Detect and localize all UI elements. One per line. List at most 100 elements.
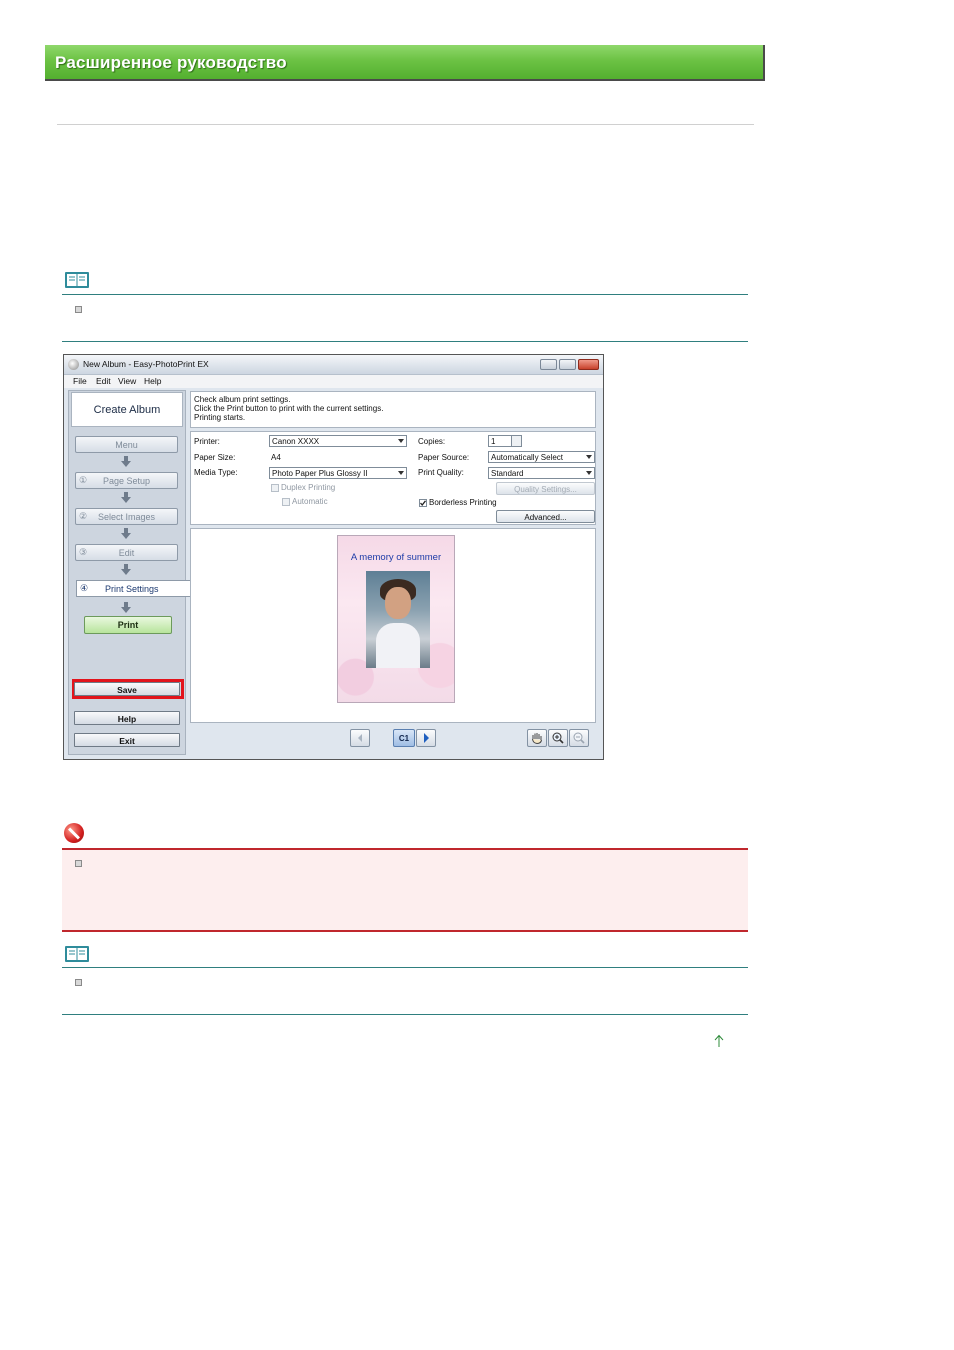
step-label: Select Images <box>97 511 156 522</box>
preview-area: A memory of summer <box>190 528 596 723</box>
sidebar-heading: Create Album <box>93 404 161 416</box>
photo-figure-face <box>385 587 411 619</box>
step-edit[interactable]: ③ Edit <box>75 544 178 561</box>
arrow-left-icon <box>358 734 362 742</box>
divider <box>57 124 754 125</box>
note-top-line <box>62 294 748 295</box>
bullet-icon <box>75 979 82 986</box>
zoom-in-icon <box>552 732 564 744</box>
media-type-value: Photo Paper Plus Glossy II <box>272 469 368 478</box>
printer-select[interactable]: Canon XXXX <box>269 435 407 447</box>
bullet-icon <box>75 860 82 867</box>
chevron-down-icon <box>398 439 404 443</box>
down-arrow-icon <box>121 564 131 575</box>
copies-value: 1 <box>491 437 496 446</box>
note-top-line <box>62 967 748 968</box>
advanced-label: Advanced... <box>524 513 567 522</box>
manual-header-title: Расширенное руководство <box>55 53 287 72</box>
instruction-line: Check album print settings. <box>194 395 291 404</box>
copies-stepper[interactable]: 1 <box>488 435 522 447</box>
prev-page-button[interactable] <box>350 729 370 747</box>
next-page-button[interactable] <box>416 729 436 747</box>
main-area: Check album print settings. Click the Pr… <box>188 390 601 755</box>
check-icon <box>420 500 427 507</box>
down-arrow-icon <box>121 528 131 539</box>
print-button-label: Print <box>117 620 139 630</box>
menu-edit[interactable]: Edit <box>96 376 111 386</box>
page-indicator-label: C1 <box>398 734 410 743</box>
print-settings-panel: Printer: Canon XXXX Paper Size: A4 Media… <box>190 431 596 525</box>
down-arrow-icon <box>121 602 131 613</box>
top-arrow-icon[interactable] <box>713 1034 725 1048</box>
copies-label: Copies: <box>418 437 446 446</box>
arrow-right-icon <box>424 733 429 743</box>
album-page-title: A memory of summer <box>350 552 442 563</box>
zoom-in-button[interactable] <box>548 729 568 747</box>
zoom-out-icon <box>573 732 585 744</box>
step-print-settings[interactable]: ④ Print Settings <box>76 580 190 597</box>
window-title: New Album - Easy-PhotoPrint EX <box>83 359 209 369</box>
chevron-down-icon <box>398 471 404 475</box>
exit-button[interactable]: Exit <box>74 733 180 747</box>
paper-size-label: Paper Size: <box>194 453 236 462</box>
note-icon <box>65 946 89 962</box>
album-page-preview: A memory of summer <box>337 535 455 703</box>
borderless-checkbox[interactable] <box>419 499 427 507</box>
note-bottom-line <box>62 341 748 342</box>
album-photo <box>366 571 430 668</box>
menu-file[interactable]: File <box>73 376 87 386</box>
zoom-out-button[interactable] <box>569 729 589 747</box>
print-quality-value: Standard <box>491 469 524 478</box>
bullet-icon <box>75 306 82 313</box>
duplex-checkbox[interactable] <box>271 484 279 492</box>
hand-tool-button[interactable] <box>527 729 547 747</box>
note-bottom-line <box>62 1014 748 1015</box>
paper-source-select[interactable]: Automatically Select <box>488 451 595 463</box>
save-button[interactable]: Save <box>74 682 180 696</box>
spin-icon[interactable] <box>511 436 521 446</box>
advanced-button[interactable]: Advanced... <box>496 510 595 523</box>
photo-figure-shirt <box>376 623 420 668</box>
page-indicator[interactable]: C1 <box>393 729 415 747</box>
step-select-images[interactable]: ② Select Images <box>75 508 178 525</box>
quality-settings-label: Quality Settings... <box>514 485 577 494</box>
manual-header-bar: Расширенное руководство <box>45 45 765 81</box>
menu-help[interactable]: Help <box>144 376 161 386</box>
close-button[interactable] <box>578 359 599 370</box>
app-window: New Album - Easy-PhotoPrint EX File Edit… <box>63 354 604 760</box>
borderless-label: Borderless Printing <box>429 498 497 507</box>
help-button-label: Help <box>117 714 137 724</box>
step-page-setup[interactable]: ① Page Setup <box>75 472 178 489</box>
media-type-label: Media Type: <box>194 468 238 477</box>
menu-bar: File Edit View Help <box>64 375 603 388</box>
printer-label: Printer: <box>194 437 220 446</box>
menu-button-label: Menu <box>115 439 138 450</box>
important-icon <box>64 823 84 843</box>
print-quality-label: Print Quality: <box>418 468 464 477</box>
duplex-label: Duplex Printing <box>281 483 336 492</box>
paper-source-value: Automatically Select <box>491 453 564 462</box>
menu-button[interactable]: Menu <box>75 436 178 453</box>
sidebar-heading-box: Create Album <box>71 392 183 427</box>
help-button[interactable]: Help <box>74 711 180 725</box>
app-icon <box>68 359 79 370</box>
instruction-line: Click the Print button to print with the… <box>194 404 384 413</box>
paper-size-value: A4 <box>271 453 281 462</box>
printer-value: Canon XXXX <box>272 437 320 446</box>
minimize-button[interactable] <box>540 359 557 370</box>
sidebar: Create Album Menu ① Page Setup ② Select … <box>68 390 190 755</box>
instructions-box: Check album print settings. Click the Pr… <box>190 391 596 428</box>
print-quality-select[interactable]: Standard <box>488 467 595 479</box>
maximize-button[interactable] <box>559 359 576 370</box>
save-button-label: Save <box>117 685 137 695</box>
menu-view[interactable]: View <box>118 376 136 386</box>
automatic-checkbox[interactable] <box>282 498 290 506</box>
window-titlebar: New Album - Easy-PhotoPrint EX <box>64 355 603 375</box>
print-button[interactable]: Print <box>84 616 172 634</box>
step-label: Print Settings <box>105 583 159 594</box>
step-label: Edit <box>118 547 135 558</box>
media-type-select[interactable]: Photo Paper Plus Glossy II <box>269 467 407 479</box>
quality-settings-button[interactable]: Quality Settings... <box>496 482 595 495</box>
hand-icon <box>532 733 542 745</box>
down-arrow-icon <box>121 456 131 467</box>
